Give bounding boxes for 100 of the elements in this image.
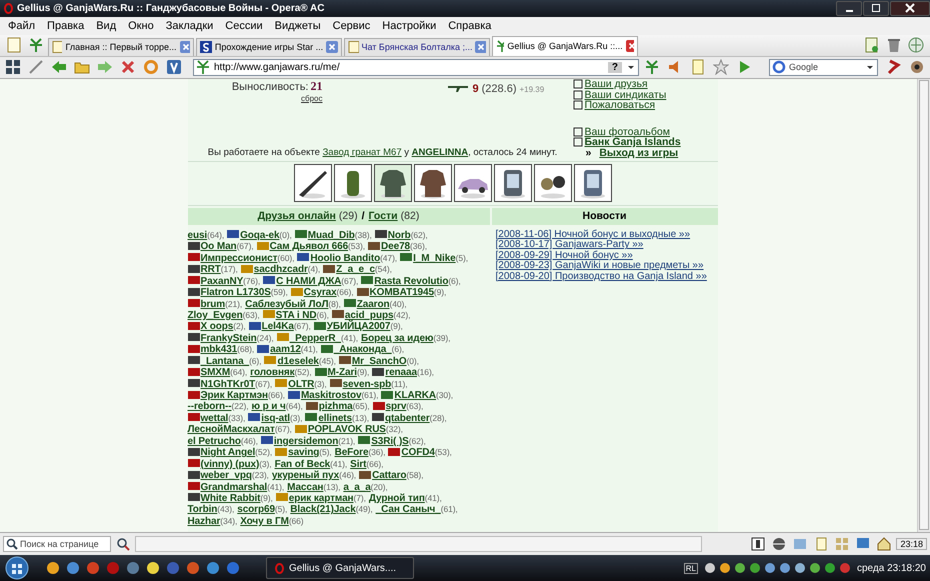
globe-icon[interactable] [908,37,924,54]
start-button[interactable] [4,556,30,580]
note-icon[interactable] [690,59,706,76]
menu-item[interactable]: Сервис [326,20,376,32]
language-indicator[interactable]: RL [684,562,698,574]
friend-link[interactable]: _Анаконда_ [334,344,392,356]
friend-link[interactable]: (vinny) (pux) [200,458,260,470]
friend-link[interactable]: _Сан Саныч_ [376,504,441,516]
friend-link[interactable]: scorp69 [237,504,275,516]
friend-link[interactable]: Muad_Dib [308,230,355,241]
v-icon[interactable] [166,59,182,76]
menu-link[interactable]: Ваши друзья [584,78,648,90]
friend-link[interactable]: eusi [188,230,208,241]
friend-link[interactable]: ellinets [318,412,352,424]
address-field[interactable]: http://www.ganjawars.ru/me/ ? [193,58,639,76]
friend-link[interactable]: Torbin [188,504,218,516]
friend-link[interactable]: Борец за идею [360,332,434,344]
friend-link[interactable]: Дурной тип [368,492,425,504]
friend-link[interactable]: Хочу в ГМ [240,516,289,527]
tray-icon[interactable] [734,562,746,574]
close-tab-icon[interactable] [626,40,634,52]
friend-link[interactable]: sacdhzcadr [254,264,308,276]
browser-tab[interactable]: Gellius @ GanjaWars.Ru ::... [492,36,638,56]
close-tab-icon[interactable] [326,41,338,54]
app-icon[interactable] [46,561,60,576]
eye-icon[interactable] [909,59,925,76]
pen-icon[interactable] [28,59,44,76]
menu-item[interactable]: Закладки [160,20,220,32]
search-icon[interactable] [116,537,130,552]
friend-link[interactable]: Maskitrostov [300,390,362,401]
menu-link[interactable]: Ваши синдикаты [584,88,666,101]
page-icon[interactable] [6,37,22,54]
browser-tab[interactable]: Чат Брянская Болталка ;... [344,38,490,56]
friend-link[interactable]: OLTR [288,378,314,390]
friend-link[interactable]: RRT [200,264,221,276]
star-icon[interactable] [712,59,729,76]
trash-icon[interactable] [886,37,902,54]
menu-item[interactable]: Настройки [376,20,442,32]
friend-link[interactable]: Grandmarshal [200,482,268,492]
news-link[interactable]: [2008-09-29] Ночной бонус »» [496,250,718,262]
friend-link[interactable]: Oo Man [200,241,237,252]
exit-link[interactable]: Выход из игры [599,146,678,159]
menu-item[interactable]: Окно [122,20,160,32]
friend-link[interactable]: SMXM [200,367,230,378]
friend-link[interactable]: Sirt [350,458,366,470]
friend-link[interactable]: Fan of Beck [274,458,330,470]
scrollbar-thumb[interactable] [919,80,929,530]
tray-icon[interactable] [778,562,791,574]
friend-link[interactable]: Массан [287,482,324,492]
friend-link[interactable]: Импрессионист [200,252,278,264]
friend-link[interactable]: --reborn-- [188,401,232,412]
friend-link[interactable]: el Petrucho [188,436,241,447]
friend-link[interactable]: головняк [250,367,295,378]
menu-link[interactable]: Банк Ganja Islands [584,136,681,148]
friends-tab[interactable]: Друзья онлайн [258,210,336,222]
friend-link[interactable]: saving [288,447,320,458]
app-icon[interactable] [146,561,160,576]
friend-link[interactable]: KOMBAT1945 [370,287,434,298]
close-tab-icon[interactable] [180,41,190,54]
owner-link[interactable]: ANGELINNA [412,147,468,158]
friend-link[interactable]: mbk431 [200,344,238,356]
friend-link[interactable]: wettal [200,412,228,424]
tray-icon[interactable] [748,562,761,574]
app-icon[interactable] [206,561,220,576]
friend-link[interactable]: Zloy_Evgen [188,310,243,321]
friend-link[interactable]: M-Zari [328,367,357,378]
back-icon[interactable] [51,59,67,76]
menu-link[interactable]: Пожаловаться [584,99,656,112]
friend-link[interactable]: aam12 [270,344,301,356]
stop-icon[interactable] [120,59,136,76]
friend-link[interactable]: Lel4Ka [262,321,294,332]
close-tab-icon[interactable] [475,41,486,54]
friend-link[interactable]: Dee78 [381,241,410,252]
friend-link[interactable]: a_a_a [343,482,371,492]
close-button[interactable] [890,0,930,16]
friend-link[interactable]: ingersidemon [274,436,338,447]
globe-icon[interactable] [772,537,786,552]
browser-tab[interactable]: Главная :: Первый торре... [48,38,194,56]
browser-tab[interactable]: Прохождение игры Star ... [196,38,342,56]
panel-icon[interactable] [751,537,766,552]
scrollbar[interactable] [917,78,930,532]
friend-link[interactable]: ю р и ч [251,401,286,412]
friend-link[interactable]: Hazhar [188,516,220,527]
friend-link[interactable]: Night Angel [200,447,256,458]
search-field[interactable]: Google [768,58,878,76]
menu-item[interactable]: Файл [2,20,42,32]
friend-link[interactable]: BeFore [334,447,368,458]
taskbar-button[interactable]: Gellius @ GanjaWars.... [266,557,414,580]
reset-link[interactable]: сброс [188,94,322,103]
tray-icon[interactable] [808,562,821,574]
minimize-button[interactable] [836,0,862,16]
friend-link[interactable]: isq-atl [261,412,290,424]
friend-link[interactable]: Goqa-ek [240,230,280,241]
friend-link[interactable]: ЛеснойМаскхалат [188,424,275,436]
friend-link[interactable]: S3Ri( )S [371,436,409,447]
friend-link[interactable]: Csyrax [304,287,337,298]
menu-item[interactable]: Виджеты [268,20,327,32]
friend-link[interactable]: Black(21)Jack [290,504,356,516]
friend-link[interactable]: White Rabbit [200,492,260,504]
friend-link[interactable]: Zaaron [356,298,390,310]
